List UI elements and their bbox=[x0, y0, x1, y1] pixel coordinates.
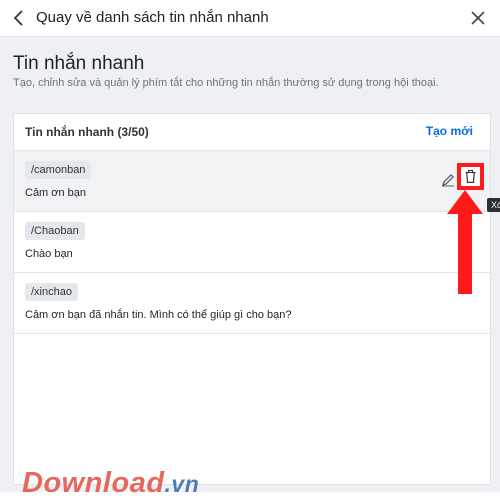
edit-icon[interactable] bbox=[441, 173, 455, 187]
quick-messages-page: Tin nhắn nhanh Tạo, chỉnh sửa và quản lý… bbox=[0, 37, 500, 499]
shortcut-tag: /Chaoban bbox=[25, 222, 85, 240]
trash-icon bbox=[465, 170, 476, 183]
quick-messages-panel: Tin nhắn nhanh (3/50) Tạo mới /camonban … bbox=[13, 113, 500, 485]
arrow-up-icon bbox=[447, 190, 483, 294]
panel-heading: Tin nhắn nhanh (3/50) bbox=[25, 125, 149, 139]
message-text: Cảm ơn bạn đã nhắn tin. Mình có thể giúp… bbox=[25, 309, 292, 321]
delete-tooltip: Xóa bbox=[487, 198, 500, 212]
close-icon[interactable] bbox=[470, 10, 486, 26]
watermark-main: Download bbox=[22, 467, 165, 499]
message-text: Cảm ơn bạn bbox=[25, 187, 87, 199]
page-description: Tạo, chỉnh sửa và quản lý phím tắt cho n… bbox=[13, 77, 439, 89]
list-item[interactable]: /xinchao Cảm ơn bạn đã nhắn tin. Mình có… bbox=[14, 273, 490, 334]
list-item[interactable]: /camonban Cảm ơn bạn Xóa bbox=[14, 151, 500, 212]
page-title: Tin nhắn nhanh bbox=[13, 53, 145, 74]
chevron-left-icon[interactable] bbox=[12, 8, 26, 28]
panel-header: Tin nhắn nhanh (3/50) Tạo mới bbox=[14, 114, 490, 151]
watermark-logo: Download.vn bbox=[22, 467, 199, 500]
header-title[interactable]: Quay về danh sách tin nhắn nhanh bbox=[36, 9, 269, 26]
shortcut-tag: /xinchao bbox=[25, 283, 78, 301]
list-item[interactable]: /Chaoban Chào bạn bbox=[14, 212, 490, 273]
message-text: Chào bạn bbox=[25, 248, 73, 260]
watermark-suffix: .vn bbox=[164, 471, 200, 497]
shortcut-tag: /camonban bbox=[25, 161, 92, 179]
delete-button[interactable] bbox=[457, 163, 484, 190]
header-bar: Quay về danh sách tin nhắn nhanh bbox=[0, 0, 500, 37]
create-new-button[interactable]: Tạo mới bbox=[426, 124, 473, 138]
